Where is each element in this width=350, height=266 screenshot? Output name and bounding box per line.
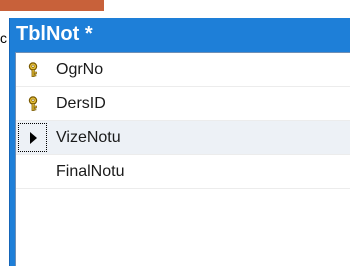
background-tab (0, 0, 104, 11)
row-selector[interactable] (16, 121, 49, 154)
key-icon (27, 95, 39, 112)
row-selector[interactable] (16, 155, 49, 188)
row-selector[interactable] (16, 87, 49, 120)
column-row-vizenotu[interactable]: VizeNotu (16, 121, 350, 155)
table-title-bar[interactable]: TblNot * (10, 18, 350, 51)
key-icon (27, 61, 39, 78)
triangle-right-icon (30, 131, 37, 144)
column-grid: OgrNo DersID VizeNotu FinalNotu (15, 52, 350, 266)
column-name: FinalNotu (56, 163, 125, 180)
row-selector[interactable] (16, 53, 49, 86)
column-name: DersID (56, 95, 106, 112)
column-name: VizeNotu (56, 129, 121, 146)
table-title: TblNot * (16, 23, 93, 45)
table-designer-window[interactable]: TblNot * OgrNo DersID VizeNotu FinalNotu (9, 18, 350, 266)
column-row-dersid[interactable]: DersID (16, 87, 350, 121)
column-row-finalnotu[interactable]: FinalNotu (16, 155, 350, 189)
column-row-ogrno[interactable]: OgrNo (16, 53, 350, 87)
column-name: OgrNo (56, 61, 104, 78)
background-text: c (0, 30, 7, 46)
